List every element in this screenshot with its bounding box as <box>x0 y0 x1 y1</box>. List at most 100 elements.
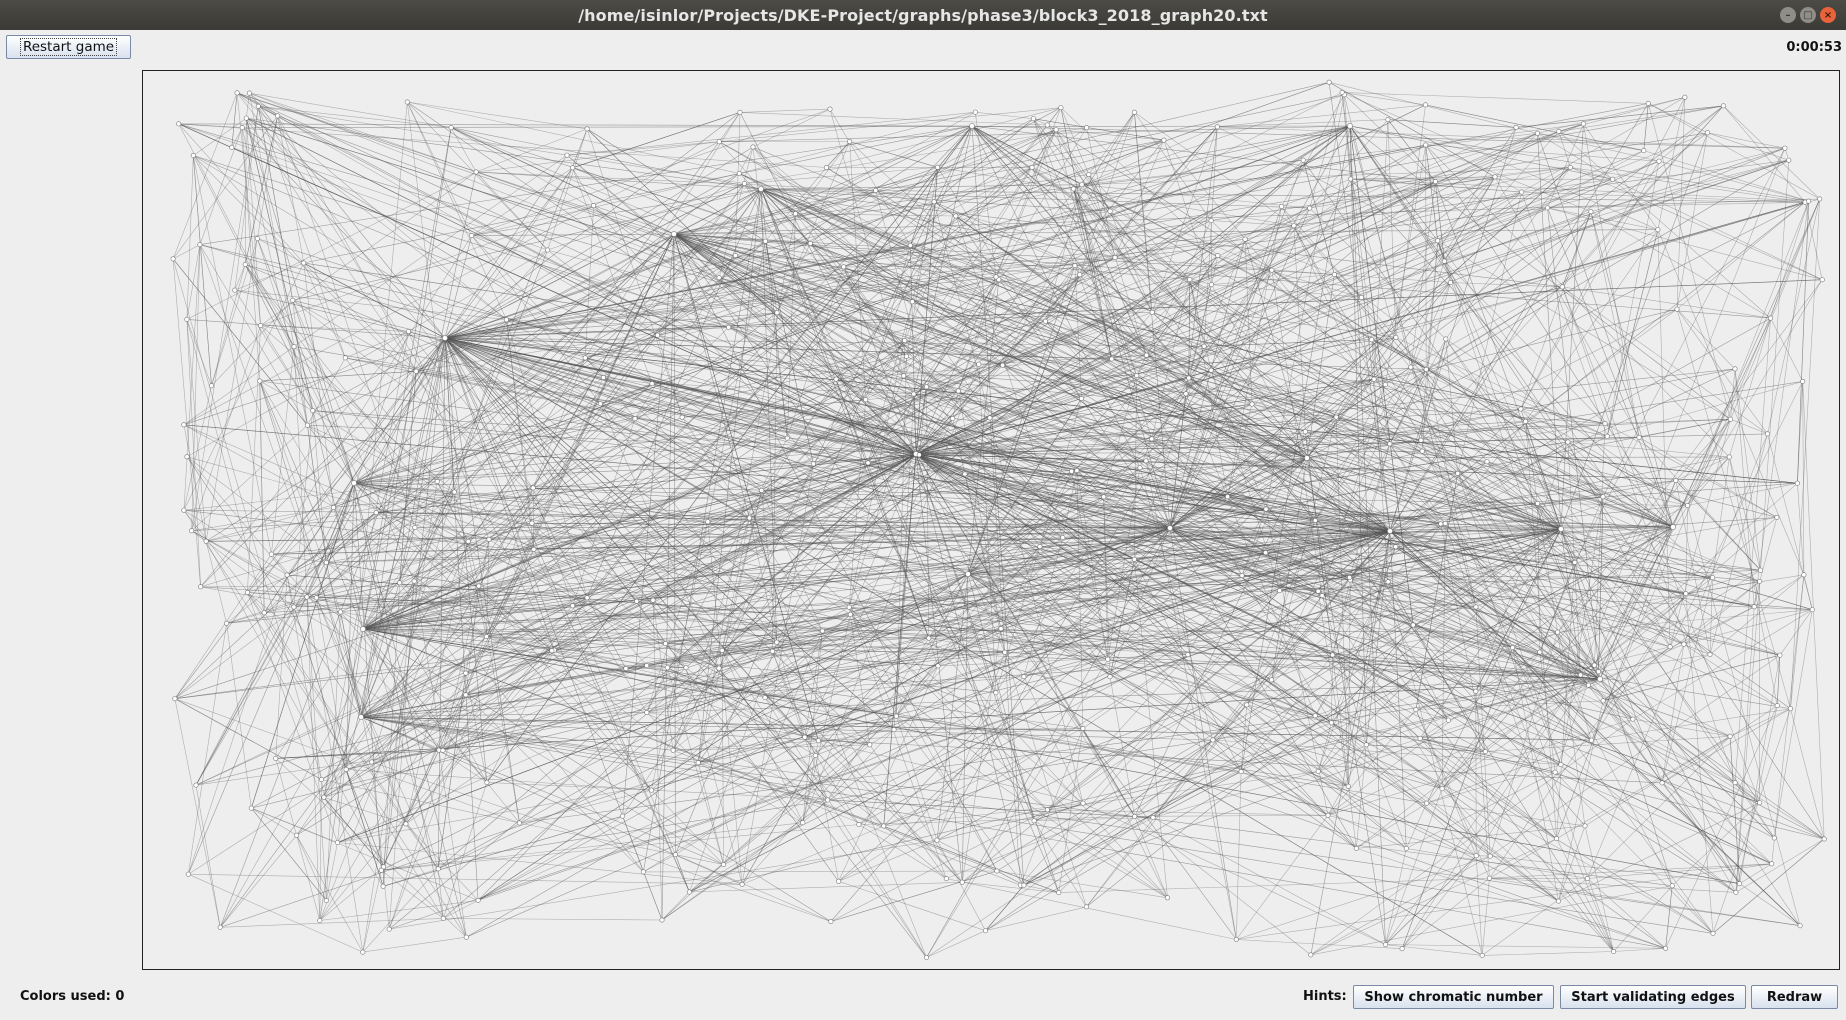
graph-vertex[interactable] <box>1669 883 1675 889</box>
graph-vertex[interactable] <box>994 868 1000 874</box>
graph-vertex[interactable] <box>1597 676 1603 682</box>
graph-vertex[interactable] <box>762 695 768 701</box>
graph-vertex[interactable] <box>1578 672 1584 678</box>
graph-vertex[interactable] <box>1312 517 1318 523</box>
graph-vertex[interactable] <box>545 247 551 253</box>
graph-vertex[interactable] <box>1070 186 1076 192</box>
graph-vertex[interactable] <box>1774 703 1780 709</box>
graph-vertex[interactable] <box>976 361 982 367</box>
graph-vertex[interactable] <box>836 878 842 884</box>
graph-vertex[interactable] <box>1385 117 1391 123</box>
graph-vertex[interactable] <box>1535 500 1541 506</box>
graph-vertex[interactable] <box>856 821 862 827</box>
graph-vertex[interactable] <box>902 338 908 344</box>
graph-vertex[interactable] <box>1083 904 1089 910</box>
graph-vertex[interactable] <box>1565 439 1571 445</box>
redraw-button[interactable]: Redraw <box>1751 985 1838 1009</box>
graph-vertex[interactable] <box>1244 702 1250 708</box>
graph-vertex[interactable] <box>582 355 588 361</box>
graph-vertex[interactable] <box>1339 89 1345 95</box>
graph-vertex[interactable] <box>1800 378 1806 384</box>
graph-vertex[interactable] <box>1659 780 1665 786</box>
graph-vertex[interactable] <box>774 639 780 645</box>
graph-vertex[interactable] <box>620 813 626 819</box>
graph-vertex[interactable] <box>741 181 747 187</box>
graph-vertex[interactable] <box>1809 607 1815 613</box>
graph-vertex[interactable] <box>1233 936 1239 942</box>
graph-vertex[interactable] <box>1161 137 1167 143</box>
graph-vertex[interactable] <box>739 881 745 887</box>
graph-vertex[interactable] <box>926 635 932 641</box>
graph-vertex[interactable] <box>1817 196 1823 202</box>
graph-vertex[interactable] <box>242 262 248 268</box>
graph-vertex[interactable] <box>1443 336 1449 342</box>
graph-vertex[interactable] <box>1418 437 1424 443</box>
graph-vertex[interactable] <box>1333 414 1339 420</box>
graph-vertex[interactable] <box>1225 494 1231 500</box>
graph-vertex[interactable] <box>1757 800 1763 806</box>
graph-canvas[interactable] <box>142 70 1840 970</box>
graph-vertex[interactable] <box>1438 521 1444 527</box>
graph-vertex[interactable] <box>600 374 606 380</box>
graph-vertex[interactable] <box>1413 707 1419 713</box>
graph-vertex[interactable] <box>1383 942 1389 948</box>
graph-vertex[interactable] <box>1482 749 1488 755</box>
graph-vertex[interactable] <box>1555 629 1561 635</box>
graph-vertex[interactable] <box>1473 688 1479 694</box>
graph-vertex[interactable] <box>1510 645 1516 651</box>
graph-vertex[interactable] <box>1000 362 1006 368</box>
graph-vertex[interactable] <box>784 435 790 441</box>
graph-vertex[interactable] <box>1720 103 1726 109</box>
graph-vertex[interactable] <box>530 485 536 491</box>
graph-vertex[interactable] <box>1732 366 1738 372</box>
graph-vertex[interactable] <box>1031 818 1037 824</box>
graph-vertex[interactable] <box>321 794 327 800</box>
graph-vertex[interactable] <box>411 578 417 584</box>
graph-vertex[interactable] <box>1079 182 1085 188</box>
graph-vertex[interactable] <box>1238 769 1244 775</box>
graph-vertex[interactable] <box>721 862 727 868</box>
graph-vertex[interactable] <box>440 915 446 921</box>
graph-vertex[interactable] <box>644 709 650 715</box>
maximize-icon[interactable]: □ <box>1800 7 1816 23</box>
graph-vertex[interactable] <box>1558 526 1564 532</box>
graph-vertex[interactable] <box>1164 895 1170 901</box>
graph-vertex[interactable] <box>726 324 732 330</box>
graph-vertex[interactable] <box>923 954 929 960</box>
graph-vertex[interactable] <box>670 747 676 753</box>
graph-vertex[interactable] <box>465 538 471 544</box>
graph-vertex[interactable] <box>1582 823 1588 829</box>
graph-vertex[interactable] <box>1586 682 1592 688</box>
graph-vertex[interactable] <box>1685 502 1691 508</box>
graph-vertex[interactable] <box>1325 812 1331 818</box>
graph-vertex[interactable] <box>825 797 831 803</box>
graph-vertex[interactable] <box>1655 227 1661 233</box>
graph-vertex[interactable] <box>1084 125 1090 131</box>
graph-vertex[interactable] <box>570 165 576 171</box>
graph-vertex[interactable] <box>1492 174 1498 180</box>
graph-vertex[interactable] <box>1535 130 1541 136</box>
graph-vertex[interactable] <box>1447 280 1453 286</box>
graph-vertex[interactable] <box>1769 861 1775 867</box>
graph-vertex[interactable] <box>662 641 668 647</box>
graph-vertex[interactable] <box>1786 157 1792 163</box>
graph-vertex[interactable] <box>1794 480 1800 486</box>
graph-vertex[interactable] <box>1728 416 1734 422</box>
graph-vertex[interactable] <box>1060 534 1066 540</box>
graph-vertex[interactable] <box>1359 294 1365 300</box>
graph-vertex[interactable] <box>584 595 590 601</box>
graph-vertex[interactable] <box>483 633 489 639</box>
graph-vertex[interactable] <box>290 297 296 303</box>
graph-vertex[interactable] <box>1589 737 1595 743</box>
graph-vertex[interactable] <box>1545 205 1551 211</box>
graph-vertex[interactable] <box>1751 604 1757 610</box>
graph-vertex[interactable] <box>170 256 176 262</box>
graph-vertex[interactable] <box>1149 436 1155 442</box>
graph-vertex[interactable] <box>993 690 999 696</box>
graph-vertex[interactable] <box>435 866 441 872</box>
graph-vertex[interactable] <box>1479 952 1485 958</box>
graph-vertex[interactable] <box>644 663 650 669</box>
graph-vertex[interactable] <box>815 738 821 744</box>
graph-vertex[interactable] <box>234 90 240 96</box>
graph-vertex[interactable] <box>475 897 481 903</box>
